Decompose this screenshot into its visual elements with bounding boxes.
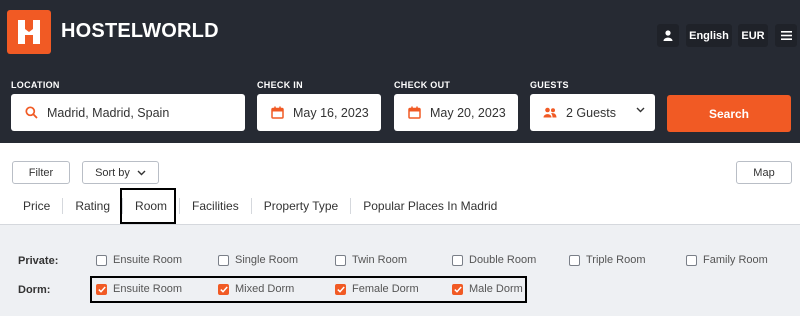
- tab-popular-places[interactable]: Popular Places In Madrid: [351, 198, 509, 214]
- private-checkbox-triple-room[interactable]: Triple Room: [569, 254, 646, 266]
- guests-value: 2 Guests: [566, 105, 617, 120]
- private-checkbox-single-room[interactable]: Single Room: [218, 254, 298, 266]
- checkbox-label: Mixed Dorm: [235, 283, 295, 295]
- chevron-down-icon: [137, 170, 146, 175]
- checkbox-icon[interactable]: [218, 254, 229, 266]
- checkbox-icon[interactable]: [569, 254, 580, 266]
- user-icon: [663, 30, 673, 41]
- checkout-value: May 20, 2023: [430, 105, 506, 120]
- account-button[interactable]: [657, 24, 679, 47]
- map-button[interactable]: Map: [736, 161, 792, 184]
- checkbox-label: Single Room: [235, 254, 298, 266]
- checkbox-label: Ensuite Room: [113, 283, 183, 295]
- search-icon: [23, 105, 39, 121]
- private-checkbox-twin-room[interactable]: Twin Room: [335, 254, 407, 266]
- checkbox-label: Family Room: [703, 254, 768, 266]
- currency-button[interactable]: EUR: [738, 24, 768, 47]
- brand-name: HOSTELWORLD: [61, 20, 219, 42]
- tab-room[interactable]: Room: [123, 198, 181, 214]
- tab-rating[interactable]: Rating: [63, 198, 124, 214]
- site-header: HOSTELWORLD English EUR LOCATION CHECK I…: [0, 0, 800, 143]
- calendar-icon: [406, 105, 422, 121]
- checkin-value: May 16, 2023: [293, 105, 369, 120]
- checkout-input[interactable]: May 20, 2023: [394, 94, 518, 131]
- logo[interactable]: [7, 10, 51, 54]
- checkbox-label: Twin Room: [352, 254, 408, 266]
- dorm-checkbox-male-dorm[interactable]: Male Dorm: [452, 283, 523, 295]
- filter-tabs: Price Rating Room Facilities Property Ty…: [0, 189, 509, 223]
- dorm-row-label: Dorm:: [18, 284, 51, 296]
- tab-price[interactable]: Price: [0, 198, 64, 214]
- checkin-label: CHECK IN: [257, 80, 303, 90]
- sort-by-button[interactable]: Sort by: [82, 161, 159, 184]
- checked-box-icon[interactable]: [452, 283, 463, 295]
- dorm-checkbox-female-dorm[interactable]: Female Dorm: [335, 283, 419, 295]
- chevron-down-icon: [636, 107, 645, 113]
- checkbox-icon[interactable]: [452, 254, 463, 266]
- filter-button[interactable]: Filter: [12, 161, 70, 184]
- language-button[interactable]: English: [686, 24, 732, 47]
- checked-box-icon[interactable]: [335, 283, 346, 295]
- search-button[interactable]: Search: [667, 95, 791, 132]
- guests-icon: [542, 105, 558, 121]
- checkbox-label: Ensuite Room: [113, 254, 183, 266]
- sort-by-label: Sort by: [95, 166, 130, 179]
- hamburger-icon: [780, 31, 792, 40]
- location-label: LOCATION: [11, 80, 60, 90]
- filter-toolbar: Filter Sort by Map Price Rating Room Fac…: [0, 143, 800, 225]
- checkbox-label: Female Dorm: [352, 283, 419, 295]
- checkbox-icon[interactable]: [96, 254, 107, 266]
- checkbox-label: Triple Room: [586, 254, 646, 266]
- tab-facilities[interactable]: Facilities: [180, 198, 252, 214]
- tab-property-type[interactable]: Property Type: [252, 198, 352, 214]
- checked-box-icon[interactable]: [218, 283, 229, 295]
- private-checkbox-double-room[interactable]: Double Room: [452, 254, 536, 266]
- location-input[interactable]: Madrid, Madrid, Spain: [11, 94, 245, 131]
- dorm-checkbox-mixed-dorm[interactable]: Mixed Dorm: [218, 283, 294, 295]
- calendar-icon: [269, 105, 285, 121]
- private-checkbox-family-room[interactable]: Family Room: [686, 254, 768, 266]
- guests-label: GUESTS: [530, 80, 569, 90]
- checkbox-label: Double Room: [469, 254, 537, 266]
- checked-box-icon[interactable]: [96, 283, 107, 295]
- guests-select[interactable]: 2 Guests: [530, 94, 655, 131]
- checkout-label: CHECK OUT: [394, 80, 451, 90]
- private-checkbox-ensuite-room[interactable]: Ensuite Room: [96, 254, 182, 266]
- checkin-input[interactable]: May 16, 2023: [257, 94, 381, 131]
- logo-h-icon: [18, 20, 40, 44]
- private-row-label: Private:: [18, 255, 59, 267]
- checkbox-icon[interactable]: [335, 254, 346, 266]
- checkbox-icon[interactable]: [686, 254, 697, 266]
- dorm-checkbox-ensuite-room[interactable]: Ensuite Room: [96, 283, 182, 295]
- location-value: Madrid, Madrid, Spain: [47, 105, 170, 120]
- menu-button[interactable]: [775, 24, 797, 47]
- checkbox-label: Male Dorm: [469, 283, 523, 295]
